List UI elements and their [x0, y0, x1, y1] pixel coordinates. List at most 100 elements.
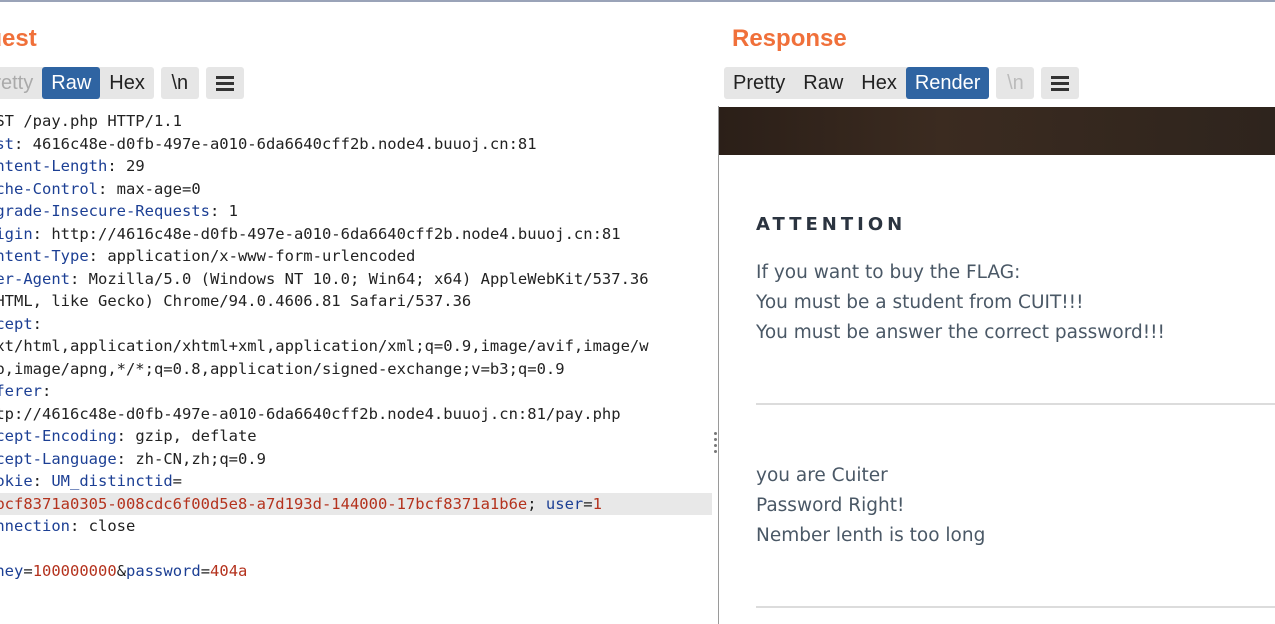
request-newline-toggle[interactable]: \n — [160, 67, 199, 99]
header-value: Mozilla/5.0 (Windows NT 10.0; Win64; x64… — [88, 269, 649, 288]
response-tab-raw[interactable]: Raw — [794, 67, 852, 99]
header-name: Content-Length — [0, 157, 108, 175]
notice-line: You must be answer the correct password!… — [756, 322, 1165, 343]
response-tab-group: Pretty Raw Hex Render — [724, 67, 990, 99]
header-name: Connection — [0, 517, 70, 535]
header-value: http://4616c48e-d0fb-497e-a010-6da6640cf… — [51, 224, 621, 243]
response-tab-render[interactable]: Render — [905, 67, 990, 99]
request-line: text/html,application/xhtml+xml,applicat… — [0, 335, 712, 358]
response-menu-button[interactable] — [1041, 67, 1080, 99]
header-name: Accept-Encoding — [0, 427, 117, 445]
request-line: Accept-Language: zh-CN,zh;q=0.9 — [0, 448, 712, 471]
cookie-equals: = — [172, 472, 183, 490]
request-view-tabs: Pretty Raw Hex \n — [0, 67, 244, 99]
request-line: Content-Length: 29 — [0, 155, 712, 178]
header-name: Referer — [0, 382, 42, 400]
cookie-name: user — [545, 494, 584, 513]
divider — [756, 606, 1275, 608]
request-raw-editor[interactable]: POST /pay.php HTTP/1.1 Host: 4616c48e-d0f… — [0, 109, 712, 624]
header-name: User-Agent — [0, 269, 70, 288]
header-value: close — [88, 517, 136, 535]
request-line: Accept-Encoding: gzip, deflate — [0, 425, 712, 448]
header-name: Upgrade-Insecure-Requests — [0, 202, 210, 220]
header-separator: : — [98, 179, 117, 198]
header-separator: : — [32, 224, 52, 243]
request-line: POST /pay.php HTTP/1.1 — [0, 110, 712, 133]
drag-handle-icon[interactable] — [714, 432, 717, 456]
header-value: zh-CN,zh;q=0.9 — [135, 449, 266, 468]
request-line: Connection: close — [0, 515, 712, 538]
cookie-value: 17bcf8371a0305-008cdc6f00d5e8-a7d193d-14… — [0, 494, 528, 513]
header-value: 1 — [228, 202, 238, 220]
cookie-equals: = — [583, 494, 593, 513]
header-separator: : — [209, 202, 229, 220]
header-value: 4616c48e-d0fb-497e-a010-6da6640cff2b.nod… — [32, 134, 537, 153]
cookie-separator: ; — [527, 494, 546, 513]
request-line: ebp,image/apng,*/*;q=0.8,application/sig… — [0, 358, 712, 381]
newline-icon: \n — [1007, 71, 1024, 94]
response-tab-hex[interactable]: Hex — [852, 67, 906, 99]
header-separator: : — [32, 314, 43, 333]
request-tab-raw[interactable]: Raw — [42, 67, 101, 99]
request-line: Upgrade-Insecure-Requests: 1 — [0, 200, 712, 223]
response-render-view: ATTENTION If you want to buy the FLAG: Y… — [719, 107, 1275, 624]
request-line: Referer: — [0, 380, 712, 403]
response-pane: Response Pretty Raw Hex Render \n ATTENT… — [719, 2, 1275, 624]
header-separator: : — [32, 472, 52, 490]
request-line — [0, 538, 712, 561]
hamburger-menu-icon — [215, 76, 234, 91]
header-value: text/html,application/xhtml+xml,applicat… — [0, 337, 649, 355]
request-line: money=100000000&password=404a — [0, 560, 712, 583]
result-line: Nember lenth is too long — [756, 525, 986, 546]
header-separator: : — [70, 517, 89, 535]
request-line: Cache-Control: max-age=0 — [0, 178, 712, 201]
header-separator: : — [116, 449, 136, 468]
request-line: http://4616c48e-d0fb-497e-a010-6da6640cf… — [0, 403, 712, 426]
request-pane-title: Request — [0, 25, 37, 52]
result-line: Password Right! — [756, 495, 905, 516]
hamburger-menu-icon — [1051, 76, 1070, 91]
header-name: POST /pay.php HTTP/1.1 — [0, 112, 182, 130]
header-value: max-age=0 — [116, 179, 201, 198]
request-line: (KHTML, like Gecko) Chrome/94.0.4606.81 … — [0, 290, 712, 313]
request-tab-group: Pretty Raw Hex — [0, 67, 154, 99]
request-line: Content-Type: application/x-www-form-url… — [0, 245, 712, 268]
header-separator: : — [14, 134, 33, 153]
request-line: Accept: — [0, 313, 712, 336]
notice-line: You must be a student from CUIT!!! — [756, 292, 1084, 313]
header-name: Content-Type — [0, 247, 89, 265]
header-value: application/x-www-form-urlencoded — [107, 247, 416, 265]
request-line: User-Agent: Mozilla/5.0 (Windows NT 10.0… — [0, 268, 712, 291]
header-name: Accept — [0, 314, 33, 333]
response-tab-pretty[interactable]: Pretty — [724, 67, 794, 99]
response-newline-toggle[interactable]: \n — [996, 67, 1035, 99]
body-separator: & — [116, 562, 127, 580]
request-menu-button[interactable] — [205, 67, 244, 99]
request-line: Origin: http://4616c48e-d0fb-497e-a010-6… — [0, 223, 712, 246]
request-line: 17bcf8371a0305-008cdc6f00d5e8-a7d193d-14… — [0, 492, 712, 515]
request-line: Host: 4616c48e-d0fb-497e-a010-6da6640cff… — [0, 133, 712, 156]
body-param-value: 100000000 — [32, 562, 117, 580]
cookie-name: UM_distinctid — [51, 472, 173, 490]
request-tab-hex[interactable]: Hex — [100, 67, 154, 99]
body-param-value: 404a — [210, 562, 248, 580]
request-pane: Request Pretty Raw Hex \n POST /pay.php … — [0, 2, 712, 624]
header-separator: : — [88, 247, 108, 265]
result-line: you are Cuiter — [756, 465, 888, 486]
header-name: Cache-Control — [0, 179, 98, 198]
newline-icon: \n — [171, 71, 189, 94]
header-separator: : — [70, 269, 89, 288]
header-separator: : — [42, 382, 52, 400]
header-value: (KHTML, like Gecko) Chrome/94.0.4606.81 … — [0, 292, 472, 310]
request-tab-pretty[interactable]: Pretty — [0, 67, 42, 99]
header-name: Cookie — [0, 472, 33, 490]
header-separator: : — [116, 427, 136, 445]
header-name: Host — [0, 134, 14, 153]
attention-heading: ATTENTION — [756, 214, 907, 235]
header-separator: : — [107, 157, 126, 175]
request-line: Cookie: UM_distinctid= — [0, 470, 712, 493]
header-value: http://4616c48e-d0fb-497e-a010-6da6640cf… — [0, 404, 621, 423]
header-name: Accept-Language — [0, 449, 117, 468]
cookie-value: 1 — [592, 494, 602, 513]
response-view-tabs: Pretty Raw Hex Render \n — [724, 67, 1080, 99]
